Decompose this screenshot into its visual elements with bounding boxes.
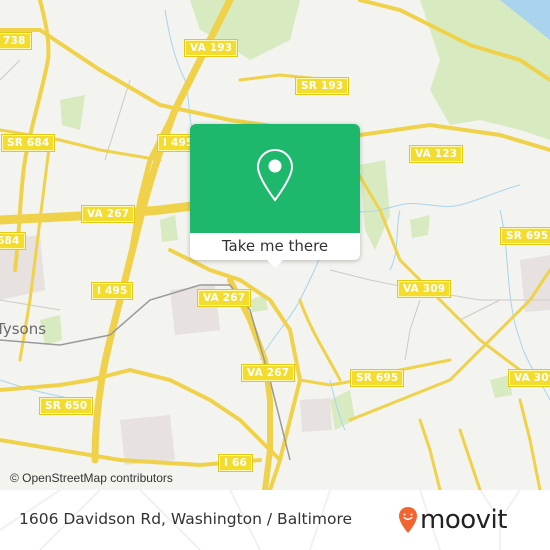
moovit-pin-icon	[399, 507, 417, 533]
road-shield-sr650: SR 650	[40, 398, 93, 414]
road-shield-684: 684	[0, 233, 25, 249]
map[interactable]: 738 VA 193 SR 193 SR 684 I 495 VA 123 VA…	[0, 0, 550, 490]
road-shield-va267-center: VA 267	[198, 290, 251, 306]
road-shield-sr695-east: SR 695	[501, 228, 550, 244]
location-pin-icon	[256, 148, 294, 202]
footer: 1606 Davidson Rd, Washington / Baltimore…	[0, 490, 550, 550]
road-shield-sr695-center: SR 695	[351, 370, 404, 386]
map-attribution[interactable]: © OpenStreetMap contributors	[8, 471, 177, 485]
road-shield-i66: I 66	[219, 455, 252, 471]
road-shield-va309-center: VA 309	[398, 281, 451, 297]
location-popup: Take me there	[190, 124, 360, 268]
take-me-there-button[interactable]: Take me there	[190, 233, 360, 260]
road-shield-sr193: SR 193	[296, 78, 349, 94]
place-label-tysons: Tysons	[0, 320, 47, 338]
urban-areas	[0, 235, 550, 465]
road-shield-va267-south: VA 267	[242, 365, 295, 381]
road-shield-i495-south: I 495	[92, 283, 133, 299]
road-shield-va267-west: VA 267	[82, 206, 135, 222]
popup-header	[190, 124, 360, 233]
popup-pointer	[267, 260, 283, 268]
road-shield-va123: VA 123	[410, 146, 463, 162]
road-shield-sr684: SR 684	[2, 135, 55, 151]
road-shield-va309-east: VA 309	[509, 370, 550, 386]
moovit-logo[interactable]: moovit	[398, 502, 507, 538]
road-shield-738: 738	[0, 33, 31, 49]
moovit-wordmark: moovit	[420, 505, 507, 535]
road-shield-va193: VA 193	[185, 40, 238, 56]
address-label: 1606 Davidson Rd, Washington / Baltimore	[19, 510, 353, 528]
